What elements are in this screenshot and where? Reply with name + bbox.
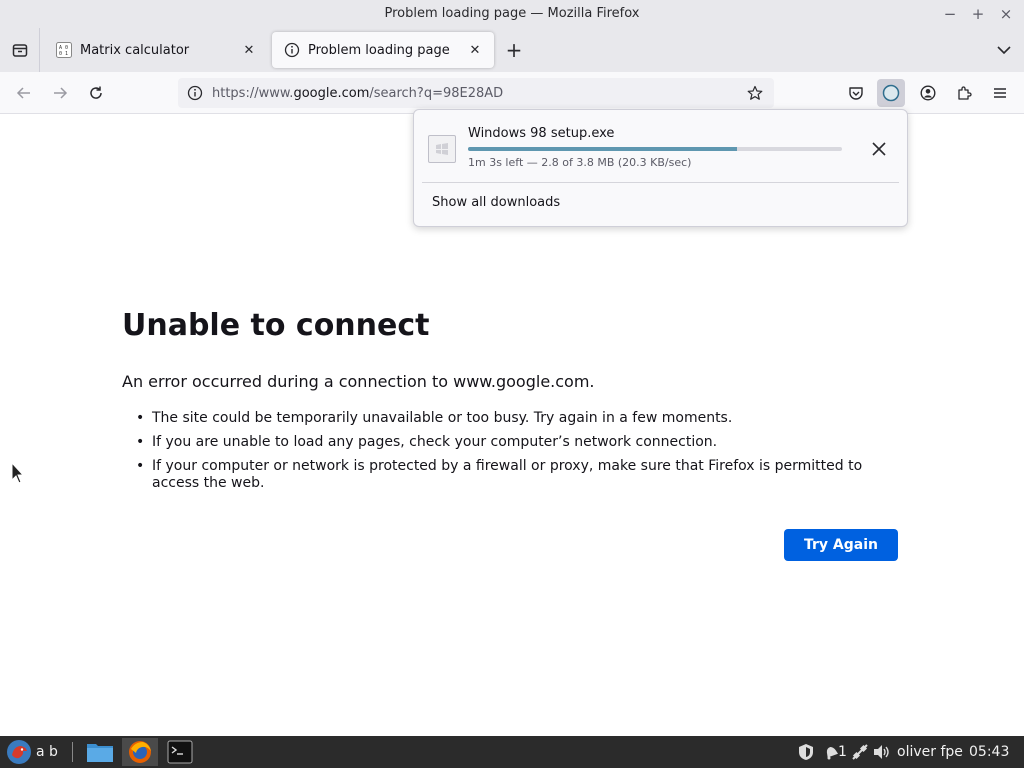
divider	[422, 182, 899, 183]
firefox-view-button[interactable]	[0, 28, 40, 72]
url-host: google.com	[293, 85, 370, 101]
arrow-left-icon	[16, 87, 30, 99]
close-tab-icon[interactable]: ✕	[466, 41, 484, 59]
account-button[interactable]	[914, 79, 942, 107]
pocket-icon	[849, 87, 863, 100]
downloads-panel: Windows 98 setup.exe 1m 3s left — 2.8 of…	[413, 109, 908, 227]
file-icon	[428, 135, 456, 163]
cancel-download-button[interactable]	[866, 136, 892, 162]
navigation-toolbar: https://www.google.com/search?q=98E28AD	[0, 72, 1024, 114]
bookmark-star-icon[interactable]	[742, 80, 768, 106]
download-file-name[interactable]: Windows 98 setup.exe	[468, 126, 614, 141]
minimize-button[interactable]: −	[940, 4, 960, 24]
account-icon	[920, 85, 936, 101]
download-progress-fill	[468, 147, 738, 151]
notification-count: 1	[838, 744, 847, 760]
volume-tray-icon[interactable]	[872, 738, 892, 766]
list-item: If your computer or network is protected…	[136, 458, 896, 492]
mouse-cursor-icon	[11, 462, 25, 484]
terminal-icon	[167, 740, 193, 764]
reload-button[interactable]	[82, 79, 110, 107]
chevron-down-icon	[997, 45, 1011, 54]
speaker-icon	[874, 745, 889, 759]
site-info-icon[interactable]	[180, 78, 210, 108]
menu-button[interactable]	[986, 79, 1014, 107]
tab-strip: A 0 0 1 Matrix calculator ✕ Problem load…	[0, 28, 1024, 72]
workspace-switcher[interactable]: a b	[36, 744, 58, 760]
try-again-button[interactable]: Try Again	[784, 529, 898, 561]
error-suggestions-list: The site could be temporarily unavailabl…	[136, 410, 896, 499]
download-progress-bar	[468, 147, 842, 151]
info-icon	[284, 42, 300, 58]
window-title: Problem loading page — Mozilla Firefox	[384, 6, 640, 21]
puzzle-icon	[958, 86, 972, 100]
forward-button[interactable]	[46, 79, 74, 107]
download-progress-icon	[882, 84, 900, 102]
downloads-button[interactable]	[877, 79, 905, 107]
security-tray-icon[interactable]	[796, 738, 816, 766]
back-button[interactable]	[10, 79, 38, 107]
shield-icon	[799, 744, 813, 760]
taskbar-file-manager[interactable]	[84, 738, 116, 766]
error-title: Unable to connect	[122, 308, 430, 343]
tab-label: Matrix calculator	[80, 42, 190, 58]
matrix-icon: A 0 0 1	[56, 42, 72, 58]
window-titlebar: Problem loading page — Mozilla Firefox −…	[0, 0, 1024, 28]
network-disconnected-icon	[852, 744, 868, 760]
folder-icon	[87, 744, 113, 762]
network-tray-icon[interactable]	[850, 738, 870, 766]
url-prefix: https://www.	[212, 85, 294, 101]
tab-label: Problem loading page	[308, 42, 450, 58]
list-item: If you are unable to load any pages, che…	[136, 434, 896, 451]
firefox-view-icon	[12, 44, 27, 57]
url-text[interactable]: https://www.google.com/search?q=98E28AD	[212, 86, 503, 101]
close-tab-icon[interactable]: ✕	[240, 41, 258, 59]
list-all-tabs-button[interactable]	[992, 40, 1016, 60]
download-status: 1m 3s left — 2.8 of 3.8 MB (20.3 KB/sec)	[468, 156, 692, 169]
tab-problem-loading-page[interactable]: Problem loading page ✕	[272, 32, 494, 68]
hamburger-menu-icon	[994, 88, 1006, 98]
show-all-downloads-link[interactable]: Show all downloads	[432, 195, 560, 210]
maximize-button[interactable]: +	[968, 4, 988, 24]
close-icon	[872, 142, 886, 156]
firefox-icon	[129, 741, 151, 763]
taskbar-terminal[interactable]	[164, 738, 196, 766]
list-item: The site could be temporarily unavailabl…	[136, 410, 896, 427]
reload-icon	[90, 86, 102, 99]
clock[interactable]: 05:43	[969, 744, 1009, 760]
divider	[72, 742, 73, 762]
app-menu-icon	[7, 740, 31, 764]
taskbar-firefox[interactable]	[122, 738, 158, 766]
url-path: /search?q=98E28AD	[369, 85, 504, 101]
start-menu-button[interactable]	[4, 738, 34, 766]
tab-matrix-calculator[interactable]: A 0 0 1 Matrix calculator ✕	[44, 32, 268, 68]
svg-text:0 1: 0 1	[59, 51, 68, 57]
pocket-button[interactable]	[842, 79, 870, 107]
new-tab-button[interactable]: +	[502, 38, 526, 62]
taskbar: a b 1 oliver fpe 05:43	[0, 736, 1024, 768]
close-window-button[interactable]: ×	[996, 4, 1016, 24]
error-description: An error occurred during a connection to…	[122, 372, 595, 391]
arrow-right-icon	[54, 87, 68, 99]
bell-icon	[826, 746, 839, 760]
user-label[interactable]: oliver fpe	[897, 744, 963, 760]
extensions-button[interactable]	[950, 79, 978, 107]
url-bar[interactable]: https://www.google.com/search?q=98E28AD	[178, 78, 774, 108]
